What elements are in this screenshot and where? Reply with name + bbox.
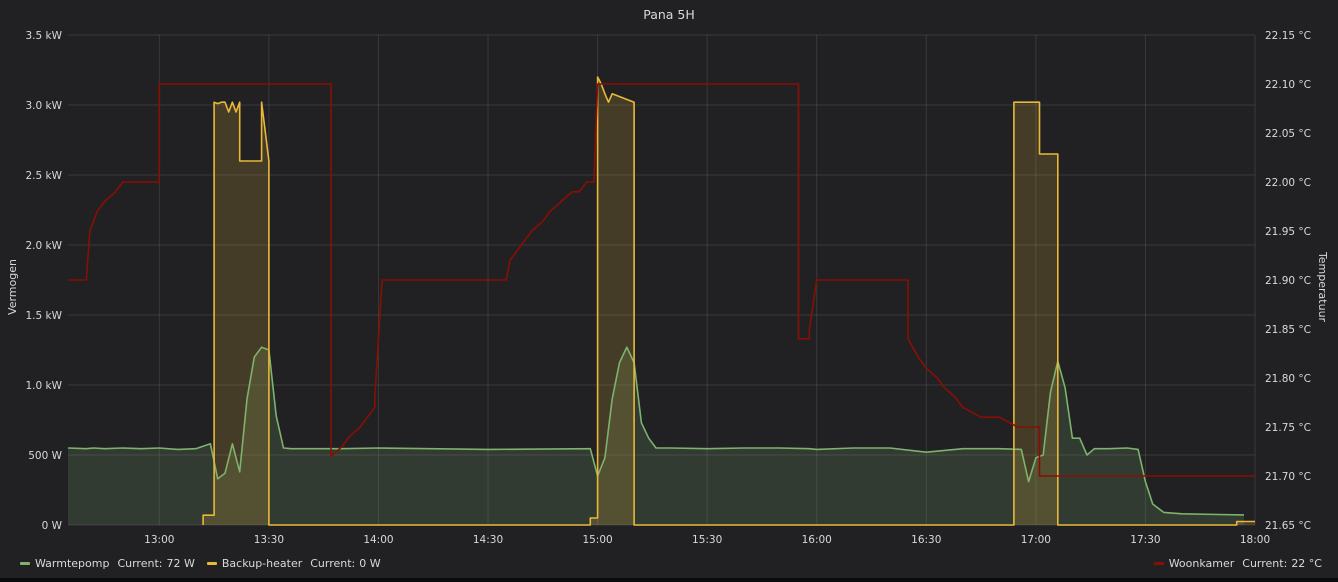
x-tick-label: 13:00 [144, 534, 174, 546]
right-tick-label: 22.00 °C [1265, 177, 1311, 189]
left-tick-label: 3.0 kW [26, 100, 63, 112]
left-tick-label: 2.0 kW [26, 240, 63, 252]
right-tick-label: 22.05 °C [1265, 128, 1311, 140]
x-tick-label: 14:30 [473, 534, 503, 546]
right-tick-label: 21.95 °C [1265, 226, 1311, 238]
right-axis-label: Temperatuur [1316, 251, 1329, 323]
x-tick-label: 15:30 [692, 534, 722, 546]
panel-bottom-border [0, 578, 1338, 582]
legend-current-label: Current: [310, 556, 356, 570]
legend-left: Warmtepomp Current: 72 W Backup-heater C… [20, 555, 393, 571]
legend-item-backup-heater[interactable]: Backup-heater Current: 0 W [206, 556, 381, 570]
right-axis-ticks: 21.65 °C 21.70 °C 21.75 °C 21.80 °C 21.85 °C… [1265, 30, 1311, 532]
x-tick-label: 17:30 [1130, 534, 1160, 546]
right-tick-label: 21.65 °C [1265, 520, 1311, 532]
left-tick-label: 0 W [42, 520, 63, 532]
left-tick-label: 500 W [28, 450, 62, 462]
legend-right: Woonkamer Current: 22 °C [1153, 555, 1322, 571]
legend-current-value: 22 °C [1291, 556, 1322, 570]
right-tick-label: 22.10 °C [1265, 79, 1311, 91]
legend-current-label: Current: [1242, 556, 1288, 570]
left-tick-label: 1.5 kW [26, 310, 63, 322]
legend-current-label: Current: [117, 556, 163, 570]
left-axis-ticks: 0 W 500 W 1.0 kW 1.5 kW 2.0 kW 2.5 kW 3.0 kW 3.… [26, 30, 63, 532]
legend-current-value: 72 W [166, 556, 195, 570]
legend-series-name: Backup-heater [221, 556, 303, 570]
left-axis-label: Vermogen [6, 259, 19, 315]
legend-item-woonkamer[interactable]: Woonkamer Current: 22 °C [1153, 556, 1322, 570]
right-tick-label: 21.90 °C [1265, 275, 1311, 287]
right-tick-label: 21.70 °C [1265, 471, 1311, 483]
x-axis-ticks: 13:00 13:30 14:00 14:30 15:00 15:30 16:00 16:30… [144, 534, 1270, 546]
x-tick-label: 18:00 [1240, 534, 1270, 546]
legend-current-value: 0 W [359, 556, 381, 570]
left-tick-label: 3.5 kW [26, 30, 63, 42]
left-tick-label: 2.5 kW [26, 170, 63, 182]
x-tick-label: 16:00 [802, 534, 832, 546]
chart-svg: Pana 5H 0 W 500 W 1.0 kW 1.5 kW 2.0 kW 2.5 kW… [6, 7, 1329, 546]
right-tick-label: 22.15 °C [1265, 30, 1311, 42]
x-tick-label: 17:00 [1021, 534, 1051, 546]
right-tick-label: 21.75 °C [1265, 422, 1311, 434]
right-tick-label: 21.85 °C [1265, 324, 1311, 336]
x-tick-label: 16:30 [911, 534, 941, 546]
series-fills [68, 77, 1256, 525]
legend-swatch-woonkamer [1153, 561, 1164, 565]
x-tick-label: 14:00 [363, 534, 393, 546]
x-tick-label: 13:30 [254, 534, 284, 546]
legend-swatch-backup-heater [206, 561, 217, 565]
x-tick-label: 15:00 [582, 534, 612, 546]
legend-item-warmtepomp[interactable]: Warmtepomp Current: 72 W [20, 557, 195, 570]
legend-series-name: Woonkamer [1168, 556, 1235, 570]
left-tick-label: 1.0 kW [26, 380, 63, 392]
right-tick-label: 21.80 °C [1265, 373, 1311, 385]
panel-title[interactable]: Pana 5H [643, 7, 695, 22]
legend-swatch-warmtepomp [20, 561, 30, 565]
legend-series-name: Warmtepomp [35, 556, 110, 570]
